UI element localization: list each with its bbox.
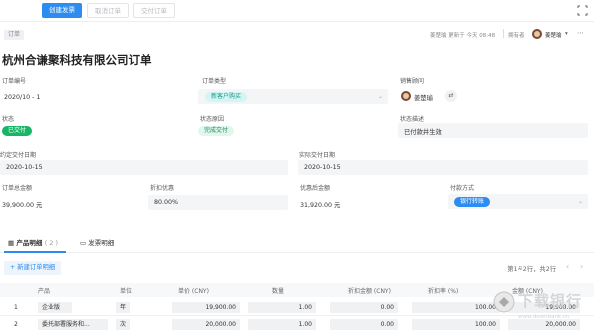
grid-icon: ▦ (8, 239, 15, 247)
row-number: 1 (14, 304, 18, 311)
row-product[interactable]: 委托部署服务和... (38, 319, 108, 330)
chevron-down-icon: ⌄ (577, 198, 583, 205)
status-desc-value: 已付款并生效 (404, 129, 442, 136)
tab-active-indicator (4, 251, 66, 253)
order-no-label: 订单编号 (2, 78, 27, 85)
col-product: 产品 (38, 288, 51, 295)
page-title: 杭州合谦聚科技有限公司订单 (2, 53, 152, 67)
col-qty: 数量 (272, 288, 285, 295)
row-price[interactable]: 19,900.00 (172, 302, 240, 313)
pager-text: 第1~2行，共2行 (507, 266, 556, 273)
tabs-divider (0, 252, 594, 253)
status-desc-field[interactable]: 已付款并生效 (398, 123, 588, 138)
watermark-text: 下载银行 (518, 292, 583, 310)
toolbar: 创建发票 取消订单 交付订单 (0, 0, 594, 22)
sales-avatar (401, 91, 411, 101)
planned-date-value: 2020-10-15 (6, 164, 43, 171)
status-label: 状态 (2, 116, 15, 123)
status-pill: 已交付 (2, 126, 33, 136)
row-number: 2 (14, 321, 18, 328)
status-reason-pill: 完成交付 (198, 126, 235, 136)
total-value: 39,900.00 元 (2, 202, 43, 209)
total-label: 订单总金额 (2, 185, 33, 192)
watermark-url: www.downbank.cn (518, 314, 570, 320)
deliver-order-button[interactable]: 交付订单 (133, 3, 175, 18)
row-unit[interactable]: 次 (116, 319, 130, 330)
prev-page-icon[interactable]: ‹ (566, 262, 569, 271)
row-discount[interactable]: 0.00 (330, 319, 398, 330)
row-product[interactable]: 企业版 (38, 302, 72, 313)
watermark-logo: 下载银行 www.downbank.cn (492, 288, 588, 328)
row-discount[interactable]: 0.00 (330, 302, 398, 313)
actual-date-value: 2020-10-15 (304, 164, 341, 171)
more-icon[interactable]: ⋯ (577, 29, 584, 37)
create-invoice-button[interactable]: 创建发票 (42, 3, 82, 18)
owner-dropdown-icon[interactable]: ▾ (565, 31, 568, 37)
row-price[interactable]: 20,000.00 (172, 319, 240, 330)
tab-products[interactable]: ▦ 产品明细 ( 2 ) (8, 237, 58, 247)
pay-label: 付款方式 (450, 185, 475, 192)
col-unit: 单位 (120, 288, 133, 295)
pay-select[interactable]: 银行转账 ⌄ (448, 194, 588, 209)
doc-type-tag: 订单 (4, 30, 25, 40)
status-reason-label: 状态原因 (200, 116, 225, 123)
meta-divider (503, 29, 504, 38)
col-discount: 折扣金额 (CNY) (348, 288, 391, 295)
folder-icon: ▭ (80, 239, 87, 247)
row-rate[interactable]: 100.00 (412, 302, 500, 313)
col-price: 单价 (CNY) (178, 288, 209, 295)
owner-name[interactable]: 姜楚瑜 (545, 31, 562, 39)
actual-date-field[interactable]: 2020-10-15 (298, 160, 588, 175)
sales-label: 销售顾问 (400, 78, 425, 85)
discount-value: 80.00% (154, 199, 179, 206)
row-rate[interactable]: 100.00 (412, 319, 500, 330)
row-qty[interactable]: 1.00 (248, 319, 316, 330)
order-type-pill: 新客户购买 (205, 92, 248, 102)
order-type-label: 订单类型 (202, 78, 227, 85)
sales-name[interactable]: 姜楚瑜 (414, 93, 433, 102)
pay-pill: 银行转账 (454, 197, 491, 207)
owner-label: 拥有者 (508, 33, 525, 39)
discount-field[interactable]: 80.00% (148, 195, 288, 210)
fullscreen-icon[interactable] (575, 4, 590, 17)
cancel-order-button[interactable]: 取消订单 (87, 3, 129, 18)
actual-date-label: 实际交付日期 (299, 152, 336, 159)
owner-avatar (532, 29, 542, 39)
row-qty[interactable]: 1.00 (248, 302, 316, 313)
col-rate: 折扣率 (%) (428, 288, 459, 295)
order-type-select[interactable]: 新客户购买 ⌄ (198, 89, 388, 104)
planned-date-label: 约定交付日期 (0, 152, 37, 159)
order-no-value: 2020/10 - 1 (4, 94, 41, 101)
status-desc-label: 状态描述 (400, 116, 425, 123)
chevron-down-icon: ⌄ (377, 93, 383, 100)
transfer-icon[interactable]: ⇄ (445, 90, 457, 102)
row-unit[interactable]: 年 (116, 302, 130, 313)
tab-invoice[interactable]: ▭ 发票明细 (80, 237, 114, 247)
planned-date-field[interactable]: 2020-10-15 (0, 160, 288, 175)
next-page-icon[interactable]: › (580, 262, 583, 271)
after-value: 31,920.00 元 (300, 202, 341, 209)
updated-by: 姜楚瑜 更新于 今天 08:48 (430, 33, 496, 39)
discount-label: 折扣优惠 (150, 185, 175, 192)
new-line-button[interactable]: + 新建订单明细 (4, 261, 62, 275)
after-label: 优惠后金额 (300, 185, 331, 192)
